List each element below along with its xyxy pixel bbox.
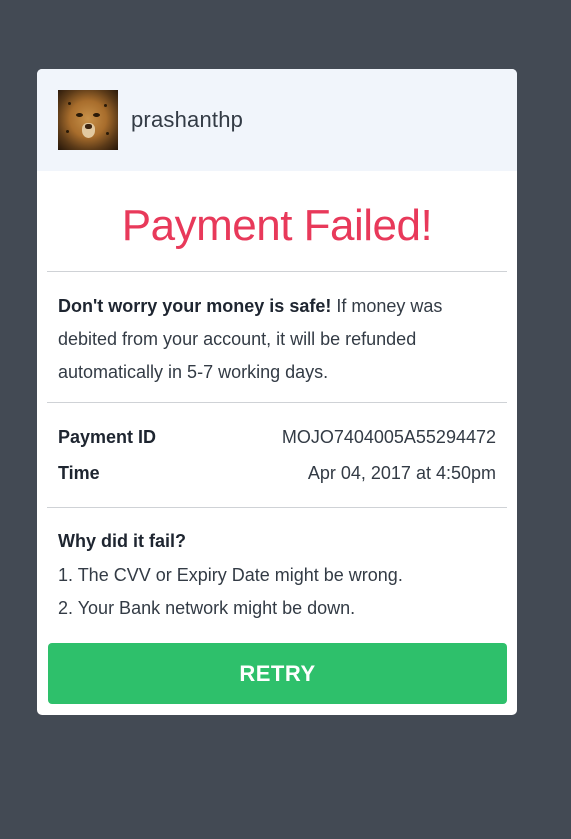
payment-status-card: prashanthp Payment Failed! Don't worry y… — [37, 69, 517, 715]
failure-reason-item: 1. The CVV or Expiry Date might be wrong… — [58, 565, 403, 585]
avatar — [58, 90, 118, 150]
failure-reasons-heading: Why did it fail? — [58, 531, 186, 551]
failure-reasons: Why did it fail? 1. The CVV or Expiry Da… — [37, 508, 517, 643]
refund-message-bold: Don't worry your money is safe! — [58, 296, 332, 316]
avatar-nose — [85, 124, 92, 129]
avatar-eye-right — [93, 113, 100, 117]
payment-details: Payment ID MOJO7404005A55294472 Time Apr… — [37, 403, 517, 507]
page-title: Payment Failed! — [121, 201, 433, 250]
avatar-spot — [104, 104, 107, 107]
retry-button[interactable]: RETRY — [48, 643, 507, 704]
refund-message: Don't worry your money is safe! If money… — [37, 272, 517, 402]
avatar-spot — [68, 102, 71, 105]
time-row: Time Apr 04, 2017 at 4:50pm — [58, 457, 496, 493]
avatar-spot — [66, 130, 69, 133]
time-label: Time — [58, 463, 100, 483]
username: prashanthp — [131, 107, 244, 132]
avatar-eye-left — [76, 113, 83, 117]
failure-reason-item: 2. Your Bank network might be down. — [58, 598, 356, 618]
user-header: prashanthp — [37, 69, 517, 171]
payment-id-row: Payment ID MOJO7404005A55294472 — [58, 421, 496, 457]
time-value: Apr 04, 2017 at 4:50pm — [307, 463, 496, 483]
avatar-spot — [106, 132, 109, 135]
payment-id-value: MOJO7404005A55294472 — [281, 427, 496, 447]
payment-id-label: Payment ID — [58, 427, 157, 447]
